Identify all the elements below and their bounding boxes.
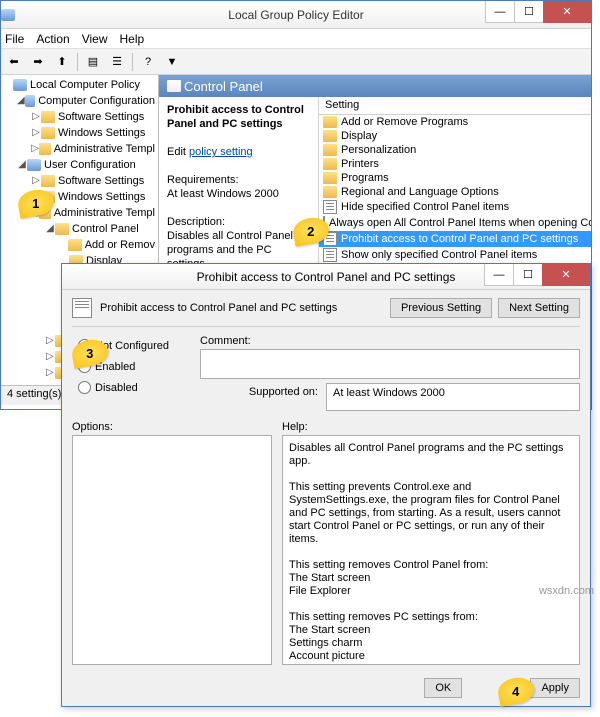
setting-row[interactable]: Show only specified Control Panel items [319,247,591,263]
setting-row[interactable]: Display [319,129,591,143]
folder-icon [323,116,337,128]
radio-disabled[interactable]: Disabled [78,381,192,394]
tree-computer-config[interactable]: ◢Computer Configuration [3,93,156,109]
apply-button[interactable]: Apply [530,678,580,698]
tree-windows-settings[interactable]: ▷Windows Settings [3,125,156,141]
maximize-button[interactable]: ☐ [514,1,544,23]
folder-icon [323,130,337,142]
folder-icon [323,158,337,170]
policy-setting-link[interactable]: policy setting [189,146,253,158]
dialog-minimize-button[interactable]: — [484,264,514,286]
state-radio-group: Not Configured Enabled Disabled [72,335,192,411]
tree-add-remove[interactable]: Add or Remov [3,237,156,253]
policy-icon [72,298,92,318]
options-box [72,435,272,665]
tree-user-config[interactable]: ◢User Configuration [3,157,156,173]
tree-software-settings[interactable]: ▷Software Settings [3,109,156,125]
tree-control-panel[interactable]: ◢Control Panel [3,221,156,237]
help-label: Help: [282,421,580,433]
tree-windows-settings-2[interactable]: ▷Windows Settings [3,189,156,205]
setting-row[interactable]: Regional and Language Options [319,185,591,199]
tree-software-settings-2[interactable]: ▷Software Settings [3,173,156,189]
policy-icon [323,248,337,262]
radio-enabled[interactable]: Enabled [78,360,192,373]
supported-label: Supported on: [200,383,326,398]
comment-label: Comment: [200,335,580,347]
policy-icon [323,216,325,230]
menu-view[interactable]: View [82,32,108,46]
back-button[interactable]: ⬅ [3,51,25,73]
dialog-titlebar[interactable]: Prohibit access to Control Panel and PC … [62,264,590,290]
options-label: Options: [72,421,272,433]
tree-admin-templates-2[interactable]: ◢Administrative Templ [3,205,156,221]
setting-row[interactable]: Programs [319,171,591,185]
setting-row[interactable]: Printers [319,157,591,171]
setting-row-selected[interactable]: Prohibit access to Control Panel and PC … [319,231,591,247]
previous-setting-button[interactable]: Previous Setting [390,298,492,318]
up-button[interactable]: ⬆ [51,51,73,73]
policy-icon [323,200,337,214]
tree-admin-templates[interactable]: ▷Administrative Templ [3,141,156,157]
tree-root[interactable]: Local Computer Policy [3,77,156,93]
forward-button[interactable]: ➡ [27,51,49,73]
close-button[interactable]: ✕ [543,1,591,23]
radio-not-configured[interactable]: Not Configured [78,339,192,352]
folder-icon [323,144,337,156]
comment-field[interactable] [200,349,580,379]
ok-button[interactable]: OK [424,678,462,698]
show-hide-tree-button[interactable]: ▤ [82,51,104,73]
next-setting-button[interactable]: Next Setting [498,298,580,318]
setting-row[interactable]: Personalization [319,143,591,157]
menu-help[interactable]: Help [120,32,145,46]
menu-action[interactable]: Action [36,32,69,46]
help-button[interactable]: ? [137,51,159,73]
menubar: File Action View Help [1,29,591,49]
menu-file[interactable]: File [5,32,24,46]
main-titlebar[interactable]: Local Group Policy Editor — ☐ ✕ [1,1,591,29]
dialog-close-button[interactable]: ✕ [542,264,590,286]
folder-icon [323,172,337,184]
setting-row[interactable]: Always open All Control Panel Items when… [319,215,591,231]
dialog-heading: Prohibit access to Control Panel and PC … [100,302,337,314]
minimize-button[interactable]: — [485,1,515,23]
toolbar: ⬅ ➡ ⬆ ▤ ☰ ? ▼ [1,49,591,75]
dialog-maximize-button[interactable]: ☐ [513,264,543,286]
pane-header: Control Panel [159,75,591,97]
properties-button[interactable]: ☰ [106,51,128,73]
filter-button[interactable]: ▼ [161,51,183,73]
column-header-setting[interactable]: Setting [319,97,591,115]
setting-row[interactable]: Add or Remove Programs [319,115,591,129]
setting-row[interactable]: Hide specified Control Panel items [319,199,591,215]
supported-value: At least Windows 2000 [326,383,580,411]
help-box: Disables all Control Panel programs and … [282,435,580,665]
policy-icon [323,232,337,246]
folder-icon [323,186,337,198]
policy-dialog: Prohibit access to Control Panel and PC … [61,263,591,707]
